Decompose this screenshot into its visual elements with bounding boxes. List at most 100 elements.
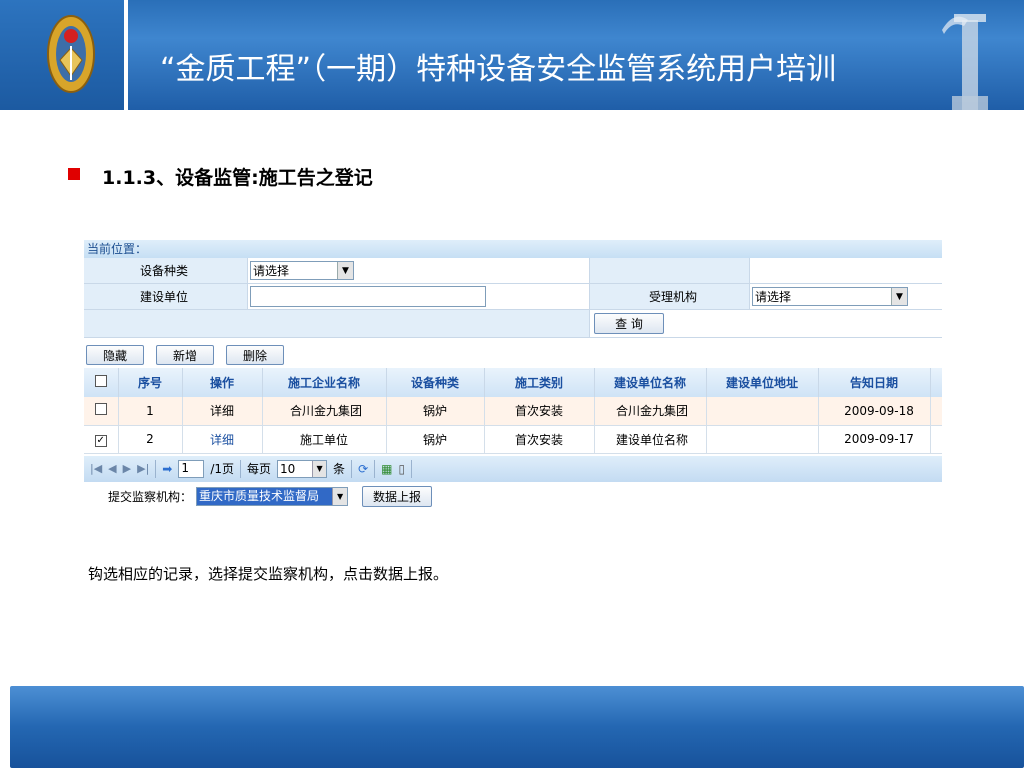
cell-address: [706, 397, 819, 426]
chevron-down-icon: ▼: [337, 262, 353, 279]
equipment-type-cell: 请选择 ▼: [248, 258, 590, 283]
delete-button[interactable]: 删除: [226, 345, 284, 365]
records-table: 序号 操作 施工企业名称 设备种类 施工类别 建设单位名称 建设单位地址 告知日…: [84, 368, 942, 454]
last-page-icon[interactable]: ▶|: [137, 462, 149, 475]
location-bar: 当前位置：: [84, 240, 942, 258]
query-button[interactable]: 查 询: [594, 313, 664, 334]
empty-cell: [84, 310, 590, 337]
row-checkbox[interactable]: [94, 403, 107, 416]
go-page-icon[interactable]: ➡: [162, 462, 172, 476]
grid-toolbar: 隐藏 新增 删除: [84, 338, 942, 368]
submit-org-label: 提交监察机构：: [108, 490, 193, 504]
section-title: 1.1.3、设备监管:施工告之登记: [102, 167, 373, 189]
column-header: 序号: [118, 368, 183, 397]
divider: [411, 459, 413, 478]
equipment-type-label: 设备种类: [84, 258, 248, 283]
logo-panel: [0, 0, 128, 110]
form-row-3: 查 询: [84, 310, 942, 338]
cell-category: 首次安装: [484, 425, 595, 454]
bullet-square: [68, 168, 80, 180]
column-header: 建设单位名称: [594, 368, 707, 397]
column-header: 施工企业名称: [262, 368, 387, 397]
column-header-filler: [930, 368, 942, 397]
submit-org-value: 重庆市质量技术监督局: [197, 488, 333, 505]
page-total: /1页: [210, 462, 235, 476]
chevron-down-icon: ▼: [891, 288, 907, 305]
slide-title: “金质工程”（一期）特种设备安全监管系统用户培训: [160, 52, 837, 87]
huabiao-pillar-image: [942, 14, 988, 110]
cell-filler: [930, 425, 942, 454]
cell-company: 施工单位: [262, 425, 387, 454]
accept-org-cell: 请选择 ▼: [750, 284, 942, 309]
table-row[interactable]: ✓ 2 详细 施工单位 锅炉 首次安装 建设单位名称 2009-09-17: [84, 425, 942, 454]
submit-org-select[interactable]: 重庆市质量技术监督局 ▼: [196, 487, 349, 506]
accept-org-label: 受理机构: [590, 284, 750, 309]
cell-category: 首次安装: [484, 397, 595, 426]
submit-row: 提交监察机构： 重庆市质量技术监督局 ▼ 数据上报: [84, 482, 942, 512]
column-header: 建设单位地址: [706, 368, 819, 397]
accept-org-value: 请选择: [755, 290, 792, 304]
cell-type: 锅炉: [386, 425, 485, 454]
document-icon[interactable]: ▯: [398, 462, 405, 476]
build-unit-input[interactable]: [250, 286, 486, 307]
prev-page-icon[interactable]: ◀: [108, 462, 116, 475]
divider: [374, 459, 376, 478]
table-header-row: 序号 操作 施工企业名称 设备种类 施工类别 建设单位名称 建设单位地址 告知日…: [84, 368, 942, 397]
instruction-caption: 钩选相应的记录，选择提交监察机构，点击数据上报。: [88, 565, 449, 583]
equipment-type-select[interactable]: 请选择 ▼: [250, 261, 354, 280]
empty-cell: [590, 258, 750, 283]
divider: [240, 459, 242, 478]
slide-header: “金质工程”（一期）特种设备安全监管系统用户培训: [0, 0, 1024, 110]
cell-filler: [930, 397, 942, 426]
per-page-select[interactable]: 10 ▼: [277, 459, 328, 478]
accept-org-select[interactable]: 请选择 ▼: [752, 287, 908, 306]
cell-address: [706, 425, 819, 454]
chevron-down-icon: ▼: [312, 460, 327, 477]
cell-type: 锅炉: [386, 397, 485, 426]
cell-no: 2: [118, 425, 183, 454]
equipment-type-value: 请选择: [253, 264, 290, 278]
select-all-checkbox[interactable]: [94, 375, 107, 387]
pagination-bar: |◀ ◀ ▶ ▶| ➡ 1 /1页 每页 10 ▼ 条 ⟳ ▦ ▯: [84, 455, 942, 482]
detail-link[interactable]: 详细: [182, 425, 263, 454]
select-all-header: [84, 368, 119, 397]
query-cell: 查 询: [590, 310, 942, 337]
slide-footer: [10, 686, 1024, 768]
page-number-input[interactable]: 1: [178, 459, 205, 478]
first-page-icon[interactable]: |◀: [90, 462, 102, 475]
column-header: 告知日期: [818, 368, 931, 397]
divider: [155, 459, 157, 478]
row-checkbox-cell: ✓: [84, 425, 119, 454]
cell-company: 合川金九集团: [262, 397, 387, 426]
divider: [351, 459, 353, 478]
detail-link[interactable]: 详细: [182, 397, 263, 426]
excel-export-icon[interactable]: ▦: [381, 462, 392, 476]
table-row[interactable]: 1 详细 合川金九集团 锅炉 首次安装 合川金九集团 2009-09-18: [84, 397, 942, 426]
form-row-1: 设备种类 请选择 ▼: [84, 258, 942, 284]
row-checkbox-cell: [84, 397, 119, 426]
empty-cell: [750, 258, 942, 283]
cell-unit: 建设单位名称: [594, 425, 707, 454]
column-header: 施工类别: [484, 368, 595, 397]
per-page-unit: 条: [333, 462, 346, 476]
chevron-down-icon: ▼: [332, 488, 348, 505]
column-header: 设备种类: [386, 368, 485, 397]
cell-date: 2009-09-18: [818, 397, 931, 426]
cell-unit: 合川金九集团: [594, 397, 707, 426]
build-unit-cell: [248, 284, 590, 309]
refresh-icon[interactable]: ⟳: [358, 462, 368, 476]
row-checkbox-checked[interactable]: ✓: [94, 434, 107, 447]
hide-button[interactable]: 隐藏: [86, 345, 144, 365]
next-page-icon[interactable]: ▶: [123, 462, 131, 475]
app-screenshot: 当前位置： 设备种类 请选择 ▼ 建设单位 受理机构 请选择 ▼ 查 询 隐藏 …: [84, 240, 942, 530]
column-header: 操作: [182, 368, 263, 397]
per-page-value: 10: [280, 461, 296, 476]
per-page-label: 每页: [247, 462, 272, 476]
form-row-2: 建设单位 受理机构 请选择 ▼: [84, 284, 942, 310]
report-data-button[interactable]: 数据上报: [362, 486, 433, 507]
cell-no: 1: [118, 397, 183, 426]
emblem-logo: [47, 15, 95, 93]
build-unit-label: 建设单位: [84, 284, 248, 309]
add-button[interactable]: 新增: [156, 345, 214, 365]
cell-date: 2009-09-17: [818, 425, 931, 454]
